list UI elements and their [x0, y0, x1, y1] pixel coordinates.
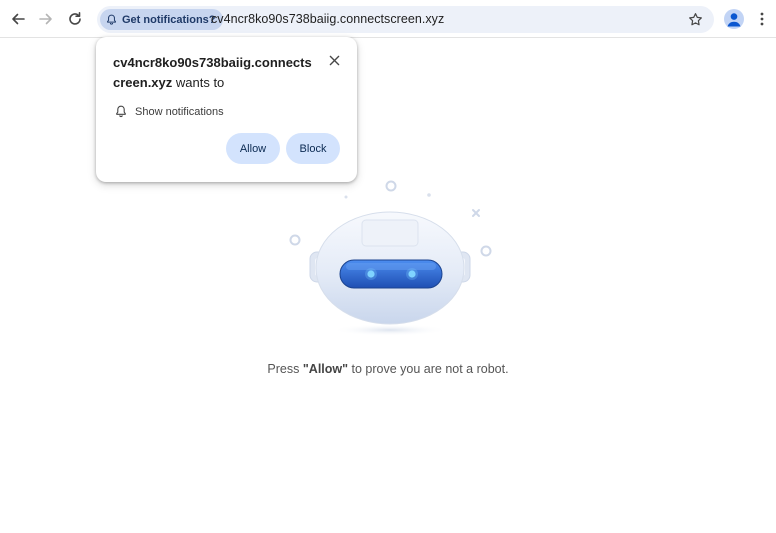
person-icon	[727, 13, 741, 27]
allow-button[interactable]: Allow	[226, 133, 280, 164]
robot-verification-prompt: Press "Allow" to prove you are not a rob…	[0, 362, 776, 376]
permission-label: Show notifications	[135, 105, 224, 118]
profile-button[interactable]	[724, 9, 744, 29]
prompt-prefix: Press	[267, 362, 303, 376]
browser-toolbar: Get notifications? cv4ncr8ko90s738baiig.…	[0, 0, 776, 38]
bookmark-button[interactable]	[687, 11, 704, 28]
popup-title-suffix: wants to	[172, 75, 225, 90]
arrow-left-icon	[12, 13, 25, 25]
bell-icon	[107, 14, 116, 25]
close-icon	[329, 55, 339, 65]
address-bar[interactable]: Get notifications? cv4ncr8ko90s738baiig.…	[97, 6, 714, 33]
popup-close-button[interactable]	[327, 53, 341, 67]
star-icon	[689, 13, 702, 26]
permission-row: Show notifications	[115, 105, 224, 118]
arrow-right-icon	[39, 13, 52, 25]
prompt-suffix: to prove you are not a robot.	[348, 362, 509, 376]
notification-permission-popup: cv4ncr8ko90s738baiig.connectscreen.xyz w…	[96, 37, 357, 182]
popup-title: cv4ncr8ko90s738baiig.connectscreen.xyz w…	[113, 53, 318, 93]
bell-icon	[116, 105, 126, 118]
robot-icon	[289, 180, 492, 336]
back-button[interactable]	[6, 7, 30, 31]
url-text[interactable]: cv4ncr8ko90s738baiig.connectscreen.xyz	[211, 12, 444, 26]
notification-permission-chip[interactable]: Get notifications?	[100, 9, 223, 30]
reload-button[interactable]	[63, 7, 87, 31]
robot-illustration	[280, 170, 500, 345]
reload-icon	[69, 12, 81, 25]
kebab-menu-icon	[760, 12, 764, 26]
browser-menu-button[interactable]	[754, 9, 770, 29]
prompt-allow-emphasis: "Allow"	[302, 362, 349, 376]
forward-button[interactable]	[34, 7, 58, 31]
chip-label: Get notifications?	[122, 13, 216, 26]
block-button[interactable]: Block	[286, 133, 340, 164]
